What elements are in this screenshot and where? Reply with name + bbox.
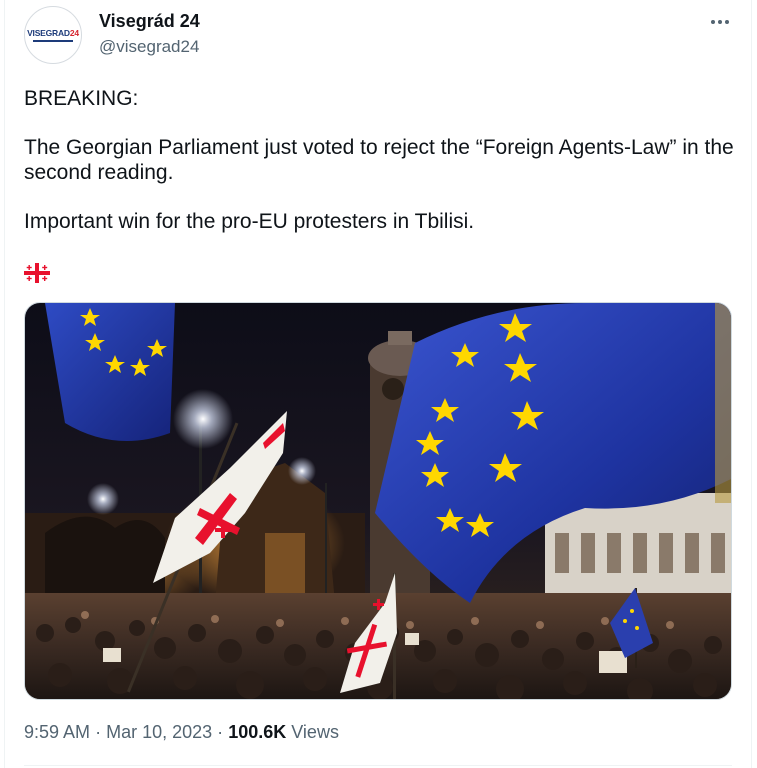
meta-separator: · xyxy=(95,722,102,742)
meta-separator: · xyxy=(217,722,224,742)
divider xyxy=(24,765,732,766)
more-icon-dot xyxy=(725,20,729,24)
georgia-flag-icon xyxy=(24,263,50,283)
tweet-paragraph: BREAKING: xyxy=(24,87,139,110)
avatar-logo-text: VISEGRAD24 xyxy=(27,27,79,38)
tweet-paragraph: The Georgian Parliament just voted to re… xyxy=(24,136,740,184)
tweet-photo[interactable] xyxy=(24,302,732,700)
tweet-paragraph: Important win for the pro-EU protesters … xyxy=(24,210,475,233)
views-label: Views xyxy=(291,722,339,742)
author-display-name[interactable]: Visegrád 24 xyxy=(99,11,200,32)
more-icon-dot xyxy=(718,20,722,24)
avatar-logo-underline xyxy=(33,39,73,42)
tweet-meta: 9:59 AM · Mar 10, 2023 · 100.6K Views xyxy=(24,722,339,743)
more-icon xyxy=(711,20,715,24)
tweet-date[interactable]: Mar 10, 2023 xyxy=(106,722,212,742)
avatar[interactable]: VISEGRAD24 xyxy=(24,6,82,64)
tweet-text: BREAKING: The Georgian Parliament just v… xyxy=(24,86,740,258)
author-handle[interactable]: @visegrad24 xyxy=(99,37,199,57)
tweet-time[interactable]: 9:59 AM xyxy=(24,722,90,742)
more-options-button[interactable] xyxy=(704,8,736,36)
protest-photo-image xyxy=(25,303,731,699)
views-count: 100.6K xyxy=(228,722,287,742)
